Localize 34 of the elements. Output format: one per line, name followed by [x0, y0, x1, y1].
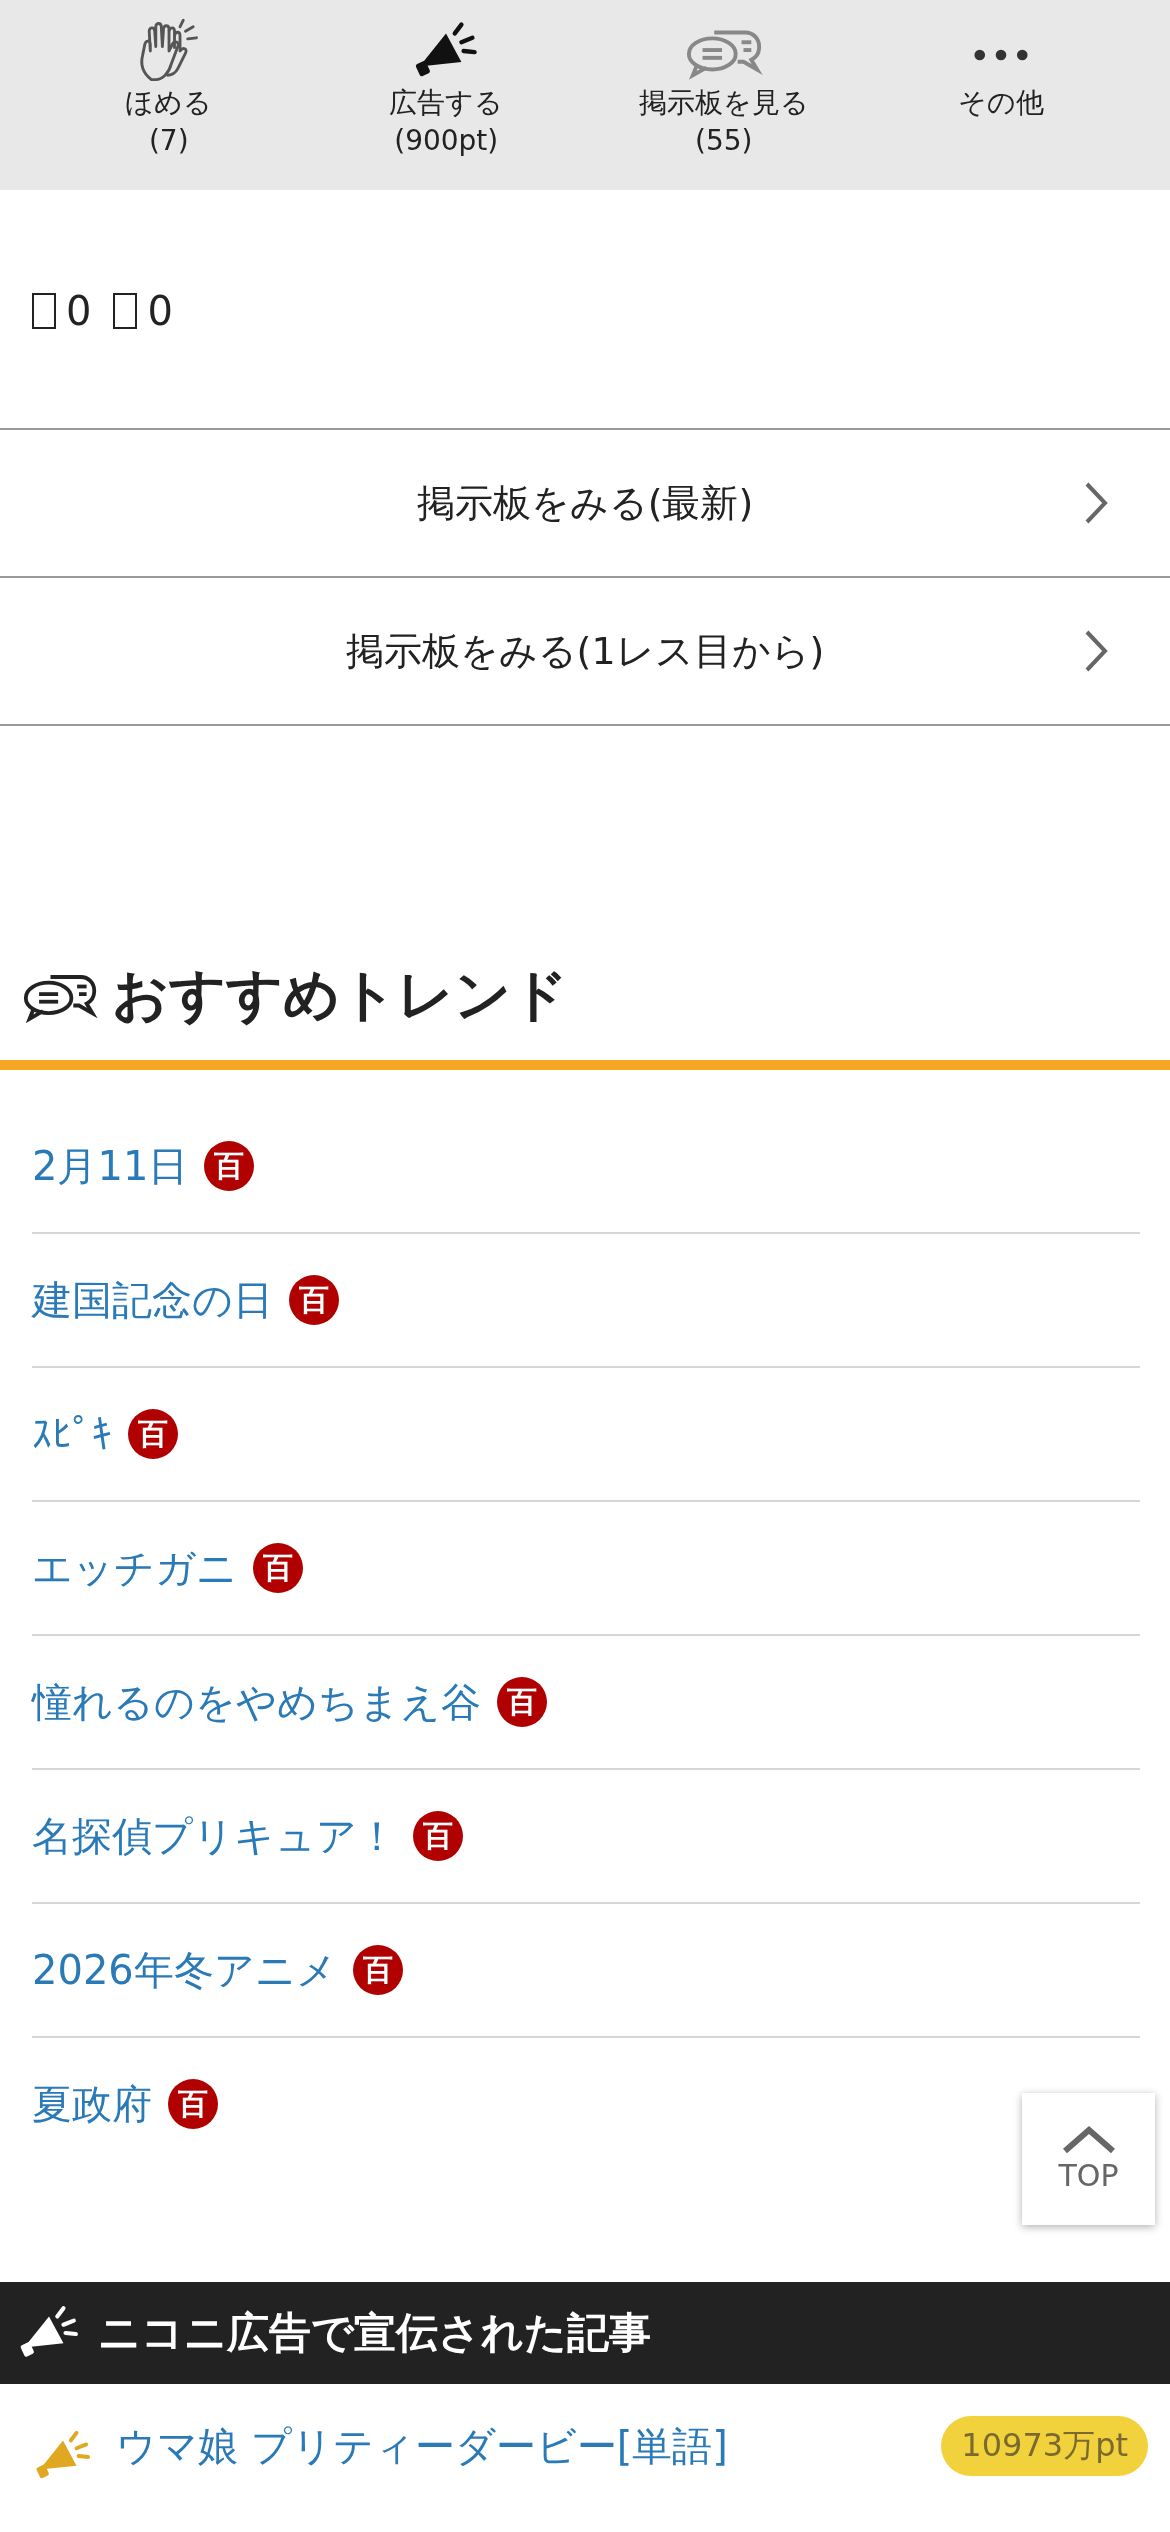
trend-link[interactable]: 2月11日 [32, 1138, 189, 1194]
back-to-top-button[interactable]: TOP [1022, 2093, 1155, 2225]
encyclopedia-badge: 百 [497, 1677, 547, 1727]
points-badge: 10973万pt [941, 2416, 1148, 2476]
trend-link[interactable]: 2026年冬アニメ [32, 1942, 337, 1998]
section-title: おすすめトレンド [112, 961, 568, 1029]
encyclopedia-badge: 百 [168, 2079, 218, 2129]
encyclopedia-badge: 百 [352, 1945, 403, 1995]
chevron-right-icon [1084, 629, 1108, 673]
trend-link[interactable]: 名探偵プリキュア！ [32, 1808, 397, 1864]
trend-link[interactable]: 夏政府 [32, 2076, 152, 2132]
action-bar-button[interactable]: 掲示板を見る (55) [585, 0, 863, 190]
article-link[interactable]: ウマ娘 プリティーダービー[単語] [116, 2418, 918, 2474]
action-bar-button[interactable]: ほめる (7) [30, 0, 308, 190]
section-title: ニコニ広告で宣伝された記事 [98, 2307, 651, 2359]
board-link[interactable]: 掲示板をみる(1レス目から) [0, 578, 1170, 726]
trend-link[interactable]: 建国記念の日 [32, 1272, 273, 1328]
caret-up-icon [1061, 2125, 1116, 2154]
action-bar-button[interactable]: その他 [862, 0, 1140, 190]
encyclopedia-badge: 百 [413, 1811, 463, 1861]
trend-link[interactable]: エッチガニ [32, 1540, 237, 1596]
reaction-count: 0 [147, 288, 173, 334]
trend-link[interactable]: 憧れるのをやめちまえ谷 [32, 1674, 481, 1730]
encyclopedia-badge: 百 [253, 1543, 303, 1593]
missing-glyph-icon [113, 293, 138, 329]
encyclopedia-badge: 百 [128, 1409, 178, 1459]
encyclopedia-badge: 百 [204, 1141, 255, 1191]
reaction-count: 0 [66, 288, 92, 334]
chevron-right-icon [1084, 481, 1108, 525]
action-bar-button[interactable]: 広告する (900pt) [307, 0, 585, 190]
encyclopedia-badge: 百 [289, 1275, 339, 1325]
missing-glyph-icon [32, 293, 56, 329]
board-link[interactable]: 掲示板をみる(最新) [0, 430, 1170, 578]
trend-link[interactable]: ｽﾋﾟｷ [32, 1411, 112, 1457]
